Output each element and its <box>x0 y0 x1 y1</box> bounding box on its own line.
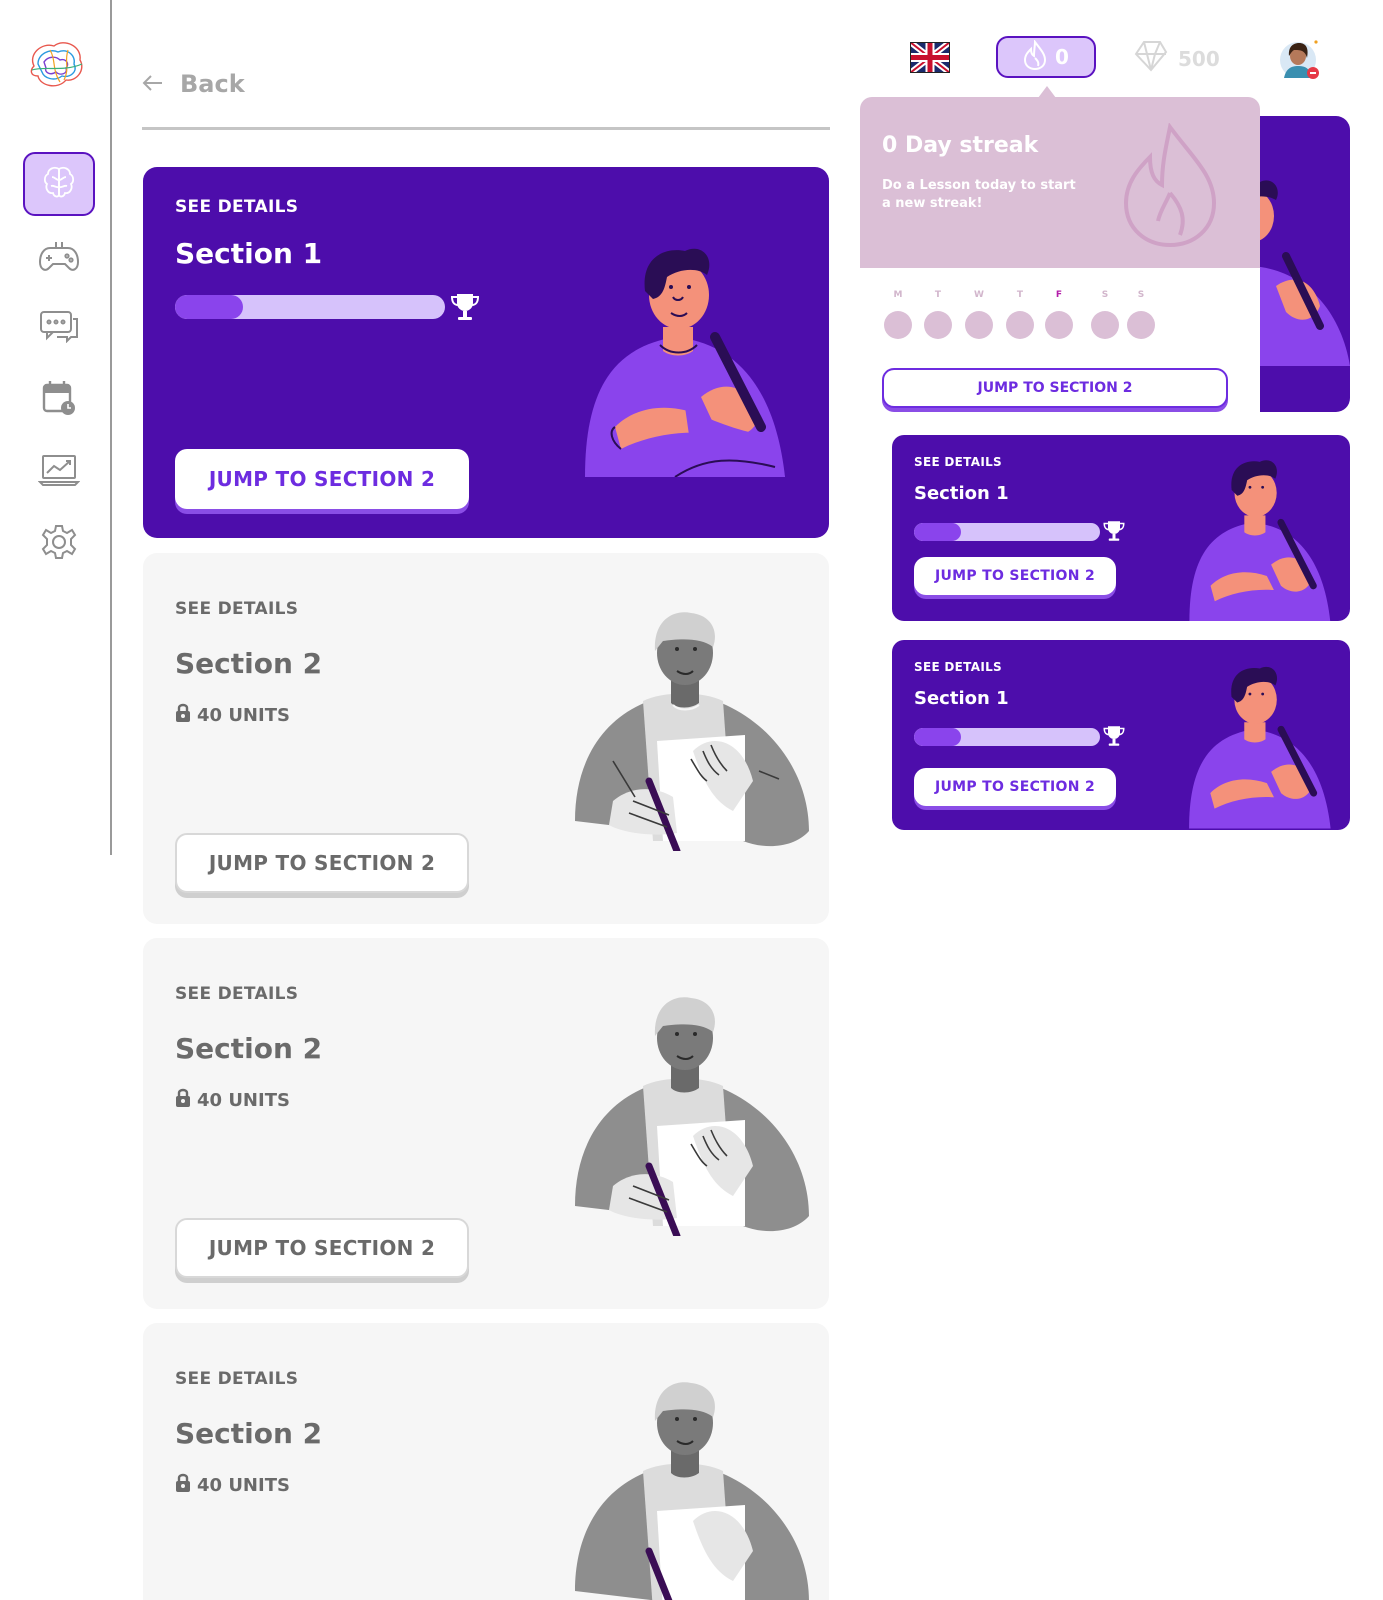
units-label: 40 UNITS <box>175 703 290 728</box>
see-details-link[interactable]: SEE DETAILS <box>175 197 298 217</box>
gems-counter[interactable]: 500 <box>1134 40 1220 77</box>
flame-icon <box>1122 122 1218 253</box>
streak-day-dot <box>1127 311 1155 339</box>
section-card: SEE DETAILS Section 1 JUMP TO SECTION 2 <box>143 167 829 538</box>
streak-day-dot <box>924 311 952 339</box>
progress-bar <box>914 728 1100 746</box>
nav-games[interactable] <box>23 226 95 290</box>
progress-bar <box>175 295 445 319</box>
jump-to-section-button[interactable]: JUMP TO SECTION 2 <box>175 833 469 893</box>
streak-popup-header: 0 Day streak Do a Lesson today to start … <box>860 97 1260 268</box>
streak-title: 0 Day streak <box>882 133 1039 158</box>
section-title: Section 2 <box>175 647 323 680</box>
lock-icon <box>175 1473 191 1498</box>
lock-icon <box>175 703 191 728</box>
section-card: SEE DETAILS Section 2 40 UNITS JUMP TO S… <box>143 553 829 924</box>
day-label: T <box>934 290 942 300</box>
jump-to-section-button[interactable]: JUMP TO SECTION 2 <box>882 368 1228 408</box>
sidebar <box>0 0 112 855</box>
streak-button[interactable]: 0 <box>996 36 1096 78</box>
units-text: 40 UNITS <box>197 1475 290 1496</box>
lock-icon <box>175 1088 191 1113</box>
section-card-mini: SEE DETAILS Section 1 JUMP TO SECTION 2 <box>892 435 1350 621</box>
day-label: W <box>974 290 984 300</box>
jump-to-section-button[interactable]: JUMP TO SECTION 2 <box>175 449 469 509</box>
brain-icon <box>40 163 78 205</box>
gem-icon <box>1134 40 1168 77</box>
units-label: 40 UNITS <box>175 1088 290 1113</box>
section-card: SEE DETAILS Section 2 40 UNITS <box>143 1323 829 1600</box>
nav-calendar[interactable] <box>23 368 95 432</box>
day-label: S <box>1101 290 1109 300</box>
see-details-link[interactable]: SEE DETAILS <box>914 455 1002 469</box>
streak-count: 0 <box>1055 45 1069 69</box>
see-details-link[interactable]: SEE DETAILS <box>175 599 298 619</box>
section-title: Section 1 <box>175 237 323 270</box>
section-title: Section 2 <box>175 1417 323 1450</box>
day-label: S <box>1137 290 1145 300</box>
calendar-icon <box>41 379 77 421</box>
nav-chat[interactable] <box>23 296 95 360</box>
nav-settings[interactable] <box>23 512 95 576</box>
flame-icon <box>1023 38 1047 75</box>
streak-message: Do a Lesson today to start a new streak! <box>882 178 1076 211</box>
progress-bar <box>914 523 1100 541</box>
avatar[interactable] <box>1278 38 1322 82</box>
gear-icon <box>40 523 78 565</box>
units-label: 40 UNITS <box>175 1473 290 1498</box>
chat-icon <box>39 309 79 347</box>
student-illustration <box>1182 650 1332 830</box>
section-title: Section 1 <box>914 688 1009 709</box>
jump-to-section-button[interactable]: JUMP TO SECTION 2 <box>914 768 1116 806</box>
nav-brain[interactable] <box>23 152 95 216</box>
trophy-icon <box>1102 519 1126 547</box>
section-title: Section 1 <box>914 483 1009 504</box>
gamepad-icon <box>38 236 80 280</box>
back-link[interactable]: Back <box>142 70 245 98</box>
chart-icon <box>37 453 81 491</box>
see-details-link[interactable]: SEE DETAILS <box>175 1369 298 1389</box>
student-illustration <box>1182 445 1332 621</box>
day-label: T <box>1016 290 1024 300</box>
units-text: 40 UNITS <box>197 1090 290 1111</box>
student-illustration <box>573 601 809 855</box>
streak-popup: 0 Day streak Do a Lesson today to start … <box>860 97 1260 413</box>
gems-count: 500 <box>1178 46 1220 71</box>
see-details-link[interactable]: SEE DETAILS <box>914 660 1002 674</box>
uk-flag-icon[interactable] <box>908 39 952 76</box>
arrow-left-icon <box>142 70 164 98</box>
day-label: F <box>1055 290 1063 300</box>
day-label: M <box>893 290 903 300</box>
student-illustration <box>575 227 787 481</box>
divider <box>142 127 830 130</box>
back-label: Back <box>180 70 245 98</box>
trophy-icon <box>449 291 481 327</box>
streak-day-dot <box>1006 311 1034 339</box>
section-card: SEE DETAILS Section 2 40 UNITS JUMP TO S… <box>143 938 829 1309</box>
jump-to-section-button[interactable]: JUMP TO SECTION 2 <box>175 1218 469 1278</box>
units-text: 40 UNITS <box>197 705 290 726</box>
see-details-link[interactable]: SEE DETAILS <box>175 984 298 1004</box>
streak-day-dot <box>1091 311 1119 339</box>
section-title: Section 2 <box>175 1032 323 1065</box>
nav-stats[interactable] <box>23 440 95 504</box>
brain-logo-icon[interactable] <box>24 36 88 92</box>
student-illustration <box>573 986 809 1240</box>
jump-to-section-button[interactable]: JUMP TO SECTION 2 <box>914 557 1116 595</box>
section-card-mini: SEE DETAILS Section 1 JUMP TO SECTION 2 <box>892 640 1350 830</box>
student-illustration <box>573 1371 809 1600</box>
streak-day-dot <box>965 311 993 339</box>
streak-day-dot <box>1045 311 1073 339</box>
streak-day-dot <box>884 311 912 339</box>
trophy-icon <box>1102 724 1126 752</box>
